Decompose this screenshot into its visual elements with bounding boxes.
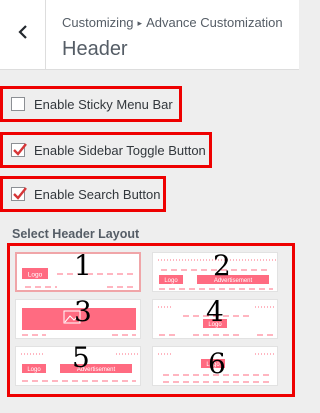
option-label: Enable Sticky Menu Bar <box>34 96 173 112</box>
logo-text: Logo <box>27 367 41 373</box>
option-label: Enable Search Button <box>34 186 161 202</box>
layout-number: 4 <box>206 295 224 328</box>
breadcrumb-separator: ▸ <box>137 18 143 28</box>
breadcrumb-current: Advance Customization <box>146 15 283 30</box>
layout-number: 1 <box>74 249 92 282</box>
option-label: Enable Sidebar Toggle Button <box>34 142 206 158</box>
section-title: Select Header Layout <box>12 227 140 241</box>
logo-text: Logo <box>164 278 178 284</box>
panel-title: Header <box>62 38 128 60</box>
option-sticky-menu-bar[interactable]: Enable Sticky Menu Bar <box>0 86 182 122</box>
option-sidebar-toggle-button[interactable]: Enable Sidebar Toggle Button <box>0 132 212 168</box>
checkmark-icon <box>13 143 27 156</box>
sticky-menu-checkbox[interactable] <box>11 97 25 111</box>
logo-text: Logo <box>28 272 43 279</box>
layout-number: 2 <box>213 249 231 282</box>
checkmark-icon <box>13 187 27 200</box>
back-button[interactable] <box>0 0 46 69</box>
header-layout-picker: Logo Logo Advertisement Logo Logo Advert… <box>7 243 295 397</box>
search-button-checkbox[interactable] <box>11 187 27 201</box>
layout-number: 5 <box>72 341 90 374</box>
chevron-left-icon <box>17 24 29 45</box>
customizer-header: Customizing ▸ Advance Customization Header <box>0 0 299 70</box>
breadcrumb: Customizing ▸ Advance Customization <box>62 15 283 30</box>
sidebar-toggle-checkbox[interactable] <box>11 143 27 157</box>
breadcrumb-root: Customizing <box>62 15 134 30</box>
option-search-button[interactable]: Enable Search Button <box>0 176 166 212</box>
layout-number: 3 <box>74 295 92 328</box>
layout-number: 6 <box>208 347 226 380</box>
